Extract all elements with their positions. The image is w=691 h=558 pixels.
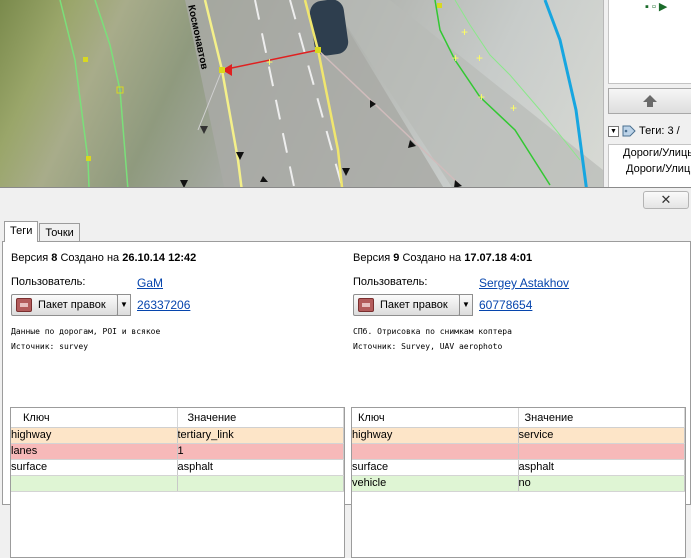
svg-text:+: +	[461, 25, 468, 39]
version-header: Версия 9 Создано на 17.07.18 4:01	[353, 252, 533, 264]
relation-icons: ▪ ▫ ▶	[645, 1, 668, 13]
map-canvas[interactable]: + + + + + +	[0, 0, 603, 215]
version-date: 17.07.18 4:01	[464, 252, 533, 264]
tab-nodes[interactable]: Точки	[39, 223, 80, 241]
changeset-button[interactable]: Пакет правок	[11, 294, 118, 316]
user-link[interactable]: Sergey Astakhov	[479, 276, 569, 290]
svg-text:+: +	[452, 51, 459, 65]
table-row[interactable]: surface asphalt	[11, 460, 344, 476]
changeset-row: Пакет правок ▼ 26337206	[11, 294, 347, 318]
tag-table-right[interactable]: Ключ Значение highway service surface as…	[351, 407, 686, 558]
arrow-up-icon	[643, 95, 657, 107]
column-key[interactable]: Ключ	[352, 408, 519, 427]
column-value[interactable]: Значение	[519, 408, 685, 427]
changeset-link[interactable]: 60778654	[479, 298, 532, 312]
table-row[interactable]: highway tertiary_link	[11, 428, 344, 444]
user-row: Пользователь: Sergey Astakhov	[353, 276, 689, 294]
svg-text:+: +	[478, 90, 485, 104]
tag-table-left[interactable]: Ключ Значение highway tertiary_link lane…	[10, 407, 345, 558]
tag-icon	[622, 125, 636, 137]
table-header: Ключ Значение	[352, 408, 685, 428]
changeset-icon	[16, 298, 32, 312]
changeset-icon	[358, 298, 374, 312]
history-dialog: ✕ Теги Точки Версия 8 Создано на 26.10.1…	[0, 187, 691, 558]
table-row[interactable]: surface asphalt	[352, 460, 685, 476]
tag-list-item[interactable]: Дороги/Улиц	[623, 161, 691, 177]
table-header: Ключ Значение	[11, 408, 344, 428]
column-value[interactable]: Значение	[178, 408, 344, 427]
svg-text:+: +	[266, 55, 273, 69]
changeset-comment: СПб. Отрисовка по снимкам коптера	[353, 327, 512, 336]
version-number: 8	[51, 252, 58, 264]
collapse-icon[interactable]: ▼	[608, 125, 619, 137]
user-row: Пользователь: GaM	[11, 276, 347, 294]
tab-content: Версия 8 Создано на 26.10.14 12:42 Польз…	[2, 241, 691, 558]
relation-list[interactable]: ▪ ▫ ▶	[608, 0, 691, 84]
tab-tags[interactable]: Теги	[4, 221, 39, 242]
move-up-button[interactable]	[608, 88, 691, 114]
user-label: Пользователь:	[353, 276, 428, 288]
version-number: 9	[393, 252, 400, 264]
changeset-dropdown[interactable]: ▼	[117, 294, 131, 316]
changeset-source: Источник: Survey, UAV aerophoto	[353, 342, 503, 351]
tags-panel-title: Теги: 3 /	[639, 125, 680, 137]
tab-bar: Теги Точки	[4, 221, 81, 242]
version-left: Версия 8 Создано на 26.10.14 12:42 Польз…	[11, 252, 347, 353]
changeset-button[interactable]: Пакет правок	[353, 294, 460, 316]
version-header: Версия 8 Создано на 26.10.14 12:42	[11, 252, 197, 264]
changeset-comment: Данные по дорогам, POI и всякое	[11, 327, 161, 336]
table-row[interactable]	[11, 476, 344, 492]
user-label: Пользователь:	[11, 276, 86, 288]
tags-panel-header[interactable]: ▼ Теги: 3 /	[608, 122, 691, 140]
changeset-source: Источник: survey	[11, 342, 89, 351]
column-key[interactable]: Ключ	[11, 408, 178, 427]
svg-text:+: +	[476, 51, 483, 65]
version-date: 26.10.14 12:42	[122, 252, 197, 264]
table-row[interactable]: vehicle no	[352, 476, 685, 492]
changeset-row: Пакет правок ▼ 60778654	[353, 294, 689, 318]
changeset-link[interactable]: 26337206	[137, 298, 190, 312]
table-row[interactable]: lanes 1	[11, 444, 344, 460]
tag-list-item[interactable]: Дороги/Улицы	[623, 145, 691, 161]
user-link[interactable]: GaM	[137, 276, 163, 290]
version-right: Версия 9 Создано на 17.07.18 4:01 Пользо…	[353, 252, 689, 353]
table-row[interactable]	[352, 444, 685, 460]
map-view[interactable]: + + + + + + Космонавтов	[0, 0, 603, 215]
changeset-dropdown[interactable]: ▼	[459, 294, 473, 316]
svg-text:+: +	[510, 101, 517, 115]
close-button[interactable]: ✕	[643, 191, 689, 209]
tags-panel-list[interactable]: Дороги/Улицы Дороги/Улиц	[608, 144, 691, 188]
table-row[interactable]: highway service	[352, 428, 685, 444]
side-panel: ▪ ▫ ▶ ▼ Теги: 3 / Дороги/Улицы Дороги/Ул…	[603, 0, 691, 215]
